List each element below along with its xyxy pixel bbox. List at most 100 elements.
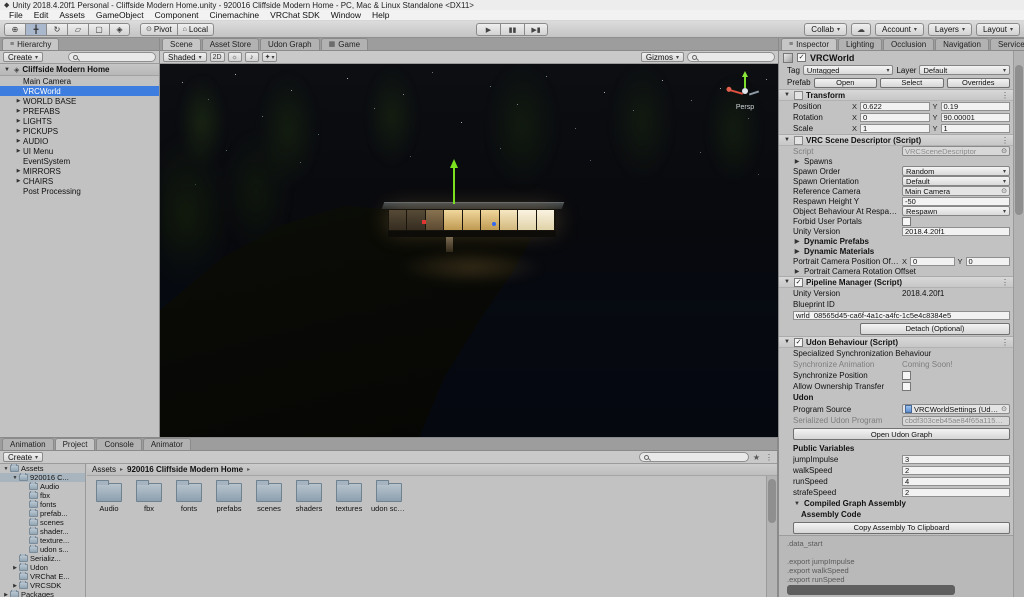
foldout-closed-icon[interactable]: ▶ bbox=[14, 148, 23, 154]
tab-occlusion[interactable]: Occlusion bbox=[883, 38, 935, 50]
jumpimpulse-field[interactable]: 3 bbox=[902, 455, 1010, 464]
hierarchy-item-pickups[interactable]: ▶ PICKUPS bbox=[0, 126, 159, 136]
portrait-camera-y-field[interactable]: 0 bbox=[965, 256, 1010, 266]
hierarchy-item-post-processing[interactable]: Post Processing bbox=[0, 186, 159, 196]
synchronize-position-checkbox[interactable] bbox=[902, 371, 911, 380]
hierarchy-item-eventsystem[interactable]: EventSystem bbox=[0, 156, 159, 166]
favorites-icon[interactable]: ★ bbox=[752, 453, 761, 462]
pause-button[interactable]: ▮▮ bbox=[500, 23, 524, 36]
hierarchy-create-dropdown[interactable]: Create ▾ bbox=[3, 52, 44, 62]
reference-camera-field[interactable]: Main Camera ⊙ bbox=[902, 186, 1010, 196]
gear-icon[interactable]: ⋮ bbox=[1000, 91, 1010, 100]
breadcrumb-current-folder[interactable]: 920016 Cliffside Modern Home bbox=[127, 465, 243, 474]
y-axis-icon[interactable] bbox=[742, 71, 748, 88]
tree-item-scenes[interactable]: scenes bbox=[0, 518, 85, 527]
tree-item-920016[interactable]: ▼ 920016 C... bbox=[0, 473, 85, 482]
folder-item-audio[interactable]: Audio bbox=[91, 480, 127, 513]
tab-console[interactable]: Console bbox=[96, 438, 142, 450]
step-button[interactable]: ▶▮ bbox=[524, 23, 548, 36]
allow-ownership-transfer-checkbox[interactable] bbox=[902, 382, 911, 391]
object-picker-icon[interactable]: ⊙ bbox=[1001, 187, 1007, 195]
orientation-gizmo[interactable]: Persp bbox=[726, 70, 764, 114]
forbid-user-portals-checkbox[interactable] bbox=[902, 216, 911, 226]
tag-dropdown[interactable]: Untagged ▾ bbox=[802, 65, 894, 75]
project-scrollbar[interactable] bbox=[766, 476, 777, 597]
tree-item-fonts[interactable]: fonts bbox=[0, 500, 85, 509]
tree-item-vrchat-examples[interactable]: VRChat E... bbox=[0, 572, 85, 581]
program-source-field[interactable]: VRCWorldSettings (UdonGraphProgramAsset)… bbox=[902, 404, 1010, 414]
detach-button[interactable]: Detach (Optional) bbox=[860, 322, 1010, 335]
foldout-closed-icon[interactable]: ▶ bbox=[793, 268, 801, 275]
object-behaviour-dropdown[interactable]: Respawn ▾ bbox=[902, 206, 1010, 216]
folder-item-shaders[interactable]: shaders bbox=[291, 480, 327, 513]
project-create-dropdown[interactable]: Create ▾ bbox=[3, 452, 44, 462]
rect-tool-button[interactable]: ▢ bbox=[88, 22, 109, 36]
foldout-open-icon[interactable]: ▼ bbox=[793, 501, 801, 507]
gear-icon[interactable]: ⋮ bbox=[1000, 278, 1010, 287]
play-button[interactable]: ▶ bbox=[476, 23, 500, 36]
foldout-closed-icon[interactable]: ▶ bbox=[793, 158, 801, 165]
position-y-field[interactable]: 0.19 bbox=[940, 102, 1010, 111]
prefab-open-button[interactable]: Open bbox=[813, 77, 878, 88]
gear-icon[interactable]: ⋮ bbox=[1000, 338, 1010, 347]
copy-assembly-button[interactable]: Copy Assembly To Clipboard bbox=[793, 521, 1010, 534]
folder-item-udon-scripts[interactable]: udon scri... bbox=[371, 480, 407, 513]
scale-tool-button[interactable]: ▱ bbox=[67, 22, 88, 36]
folder-item-fbx[interactable]: fbx bbox=[131, 480, 167, 513]
tree-item-vrcsdk[interactable]: ▶ VRCSDK bbox=[0, 581, 85, 590]
position-x-field[interactable]: 0.622 bbox=[860, 102, 930, 111]
tab-services[interactable]: Services bbox=[989, 38, 1024, 50]
prefab-overrides-button[interactable]: Overrides bbox=[946, 77, 1010, 88]
tree-item-textures[interactable]: texture... bbox=[0, 536, 85, 545]
rotate-tool-button[interactable]: ↻ bbox=[46, 22, 67, 36]
cloud-button[interactable]: ☁ bbox=[851, 22, 871, 36]
menu-gameobject[interactable]: GameObject bbox=[91, 10, 149, 21]
hierarchy-item-world-base[interactable]: ▶ WORLD BASE bbox=[0, 96, 159, 106]
assembly-code-block[interactable]: .data_start .export jumpImpulse .export … bbox=[779, 535, 1014, 597]
menu-edit[interactable]: Edit bbox=[29, 10, 54, 21]
prefab-select-button[interactable]: Select bbox=[880, 77, 944, 88]
hierarchy-item-chairs[interactable]: ▶ CHAIRS bbox=[0, 176, 159, 186]
scene-search-input[interactable] bbox=[687, 52, 775, 62]
tab-asset-store[interactable]: Asset Store bbox=[201, 38, 260, 50]
spawn-orientation-dropdown[interactable]: Default ▾ bbox=[902, 176, 1010, 186]
scale-x-field[interactable]: 1 bbox=[860, 124, 930, 133]
hierarchy-item-mirrors[interactable]: ▶ MIRRORS bbox=[0, 166, 159, 176]
tab-animator[interactable]: Animator bbox=[142, 438, 191, 450]
project-search-input[interactable] bbox=[638, 452, 749, 462]
foldout-closed-icon[interactable]: ▶ bbox=[11, 565, 19, 571]
persp-label[interactable]: Persp bbox=[718, 104, 772, 111]
component-enabled-checkbox[interactable]: ✓ bbox=[794, 337, 803, 347]
foldout-open-icon[interactable]: ▼ bbox=[783, 339, 791, 345]
vrc-scene-descriptor-header[interactable]: ▼ VRC Scene Descriptor (Script) ⋮ bbox=[779, 134, 1014, 146]
tree-item-prefabs[interactable]: prefab... bbox=[0, 509, 85, 518]
component-enabled-checkbox[interactable]: ✓ bbox=[794, 277, 803, 287]
more-icon[interactable]: ⋮ bbox=[764, 453, 774, 462]
tab-project[interactable]: Project bbox=[54, 438, 96, 450]
hierarchy-item-vrcworld[interactable]: VRCWorld bbox=[0, 86, 159, 96]
folder-item-scenes[interactable]: scenes bbox=[251, 480, 287, 513]
foldout-closed-icon[interactable]: ▶ bbox=[14, 118, 23, 124]
gear-icon[interactable]: ⋮ bbox=[1000, 136, 1010, 145]
tab-navigation[interactable]: Navigation bbox=[935, 38, 989, 50]
2d-toggle[interactable]: 2D bbox=[209, 52, 225, 62]
object-picker-icon[interactable]: ⊙ bbox=[1001, 147, 1007, 155]
tree-item-packages[interactable]: ▶ Packages bbox=[0, 590, 85, 597]
object-picker-icon[interactable]: ⊙ bbox=[1001, 405, 1007, 413]
audio-toggle[interactable]: ♪ bbox=[244, 52, 259, 62]
foldout-closed-icon[interactable]: ▶ bbox=[793, 248, 801, 255]
tree-item-shaders[interactable]: shader... bbox=[0, 527, 85, 536]
gizmo-center-icon[interactable] bbox=[742, 88, 748, 94]
hierarchy-item-prefabs[interactable]: ▶ PREFABS bbox=[0, 106, 159, 116]
tab-hierarchy[interactable]: ≡ Hierarchy bbox=[2, 38, 60, 50]
foldout-closed-icon[interactable]: ▶ bbox=[11, 583, 19, 589]
tree-item-serialized[interactable]: Serializ... bbox=[0, 554, 85, 563]
pipeline-manager-header[interactable]: ▼ ✓ Pipeline Manager (Script) ⋮ bbox=[779, 276, 1014, 288]
menu-assets[interactable]: Assets bbox=[54, 10, 90, 21]
tab-scene[interactable]: Scene bbox=[162, 38, 201, 50]
cliffside-house-model[interactable] bbox=[381, 202, 565, 254]
foldout-open-icon[interactable]: ▼ bbox=[2, 466, 10, 472]
layer-dropdown[interactable]: Default ▾ bbox=[919, 65, 1011, 75]
foldout-open-icon[interactable]: ▼ bbox=[11, 475, 19, 481]
gizmos-dropdown[interactable]: Gizmos ▾ bbox=[640, 52, 684, 62]
